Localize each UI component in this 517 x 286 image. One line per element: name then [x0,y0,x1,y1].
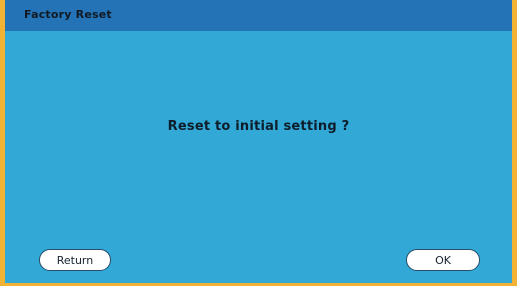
confirmation-message: Reset to initial setting ? [167,119,350,134]
dialog-titlebar: Factory Reset [5,0,512,31]
dialog-title: Factory Reset [24,8,112,21]
factory-reset-dialog: Factory Reset Reset to initial setting ?… [5,0,512,283]
return-button[interactable]: Return [39,249,111,271]
ok-button[interactable]: OK [406,249,480,271]
